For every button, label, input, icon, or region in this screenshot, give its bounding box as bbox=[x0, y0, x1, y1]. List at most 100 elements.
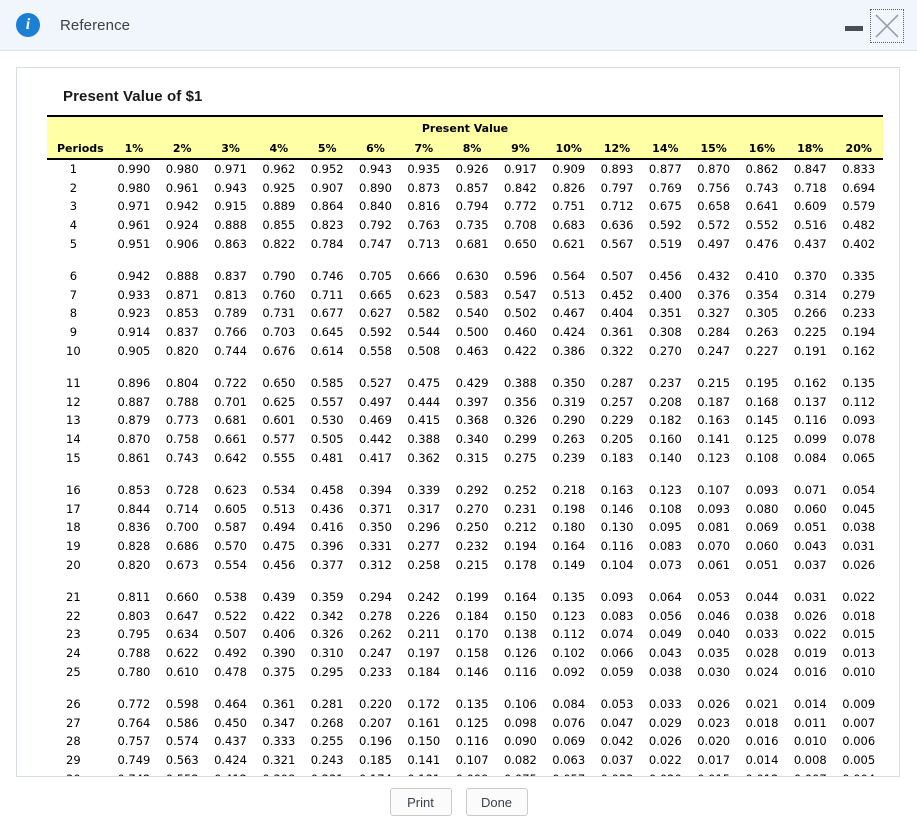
table-cell: 0.073 bbox=[648, 557, 682, 572]
table-row: 13 0.879 0.773 0.681 0.601 0.530 0.469 0.415 0.3… bbox=[47, 411, 883, 430]
table-cell: 0.029 bbox=[648, 715, 682, 730]
table-cell: 0.005 bbox=[842, 752, 876, 767]
table-group-spacer bbox=[47, 681, 883, 695]
table-cell: 0.069 bbox=[745, 520, 779, 535]
table-cell: 0.194 bbox=[503, 538, 537, 553]
row-period: 2 bbox=[69, 180, 78, 195]
close-icon bbox=[875, 13, 899, 38]
table-cell: 0.047 bbox=[600, 715, 634, 730]
table-cell: 0.863 bbox=[214, 236, 247, 251]
table-cell: 0.093 bbox=[842, 413, 876, 428]
table-cell: 0.140 bbox=[648, 450, 682, 465]
table-cell: 0.757 bbox=[117, 734, 151, 749]
table-cell: 0.287 bbox=[600, 376, 634, 391]
row-period: 3 bbox=[69, 199, 78, 214]
table-cell: 0.015 bbox=[842, 627, 876, 642]
table-cell: 0.417 bbox=[359, 450, 392, 465]
row-period: 14 bbox=[66, 432, 81, 447]
table-cell: 0.497 bbox=[697, 236, 731, 251]
table-cell: 0.233 bbox=[359, 664, 392, 679]
table-group-spacer bbox=[47, 253, 883, 267]
table-cell: 0.450 bbox=[214, 715, 247, 730]
table-cell: 0.359 bbox=[310, 590, 344, 605]
table-cell: 0.961 bbox=[117, 218, 151, 233]
table-cell: 0.500 bbox=[455, 325, 489, 340]
table-cell: 0.233 bbox=[842, 306, 876, 321]
table-cell: 0.962 bbox=[262, 162, 296, 177]
table-cell: 0.028 bbox=[745, 645, 779, 660]
table-cell: 0.007 bbox=[786, 769, 834, 776]
table-cell: 0.577 bbox=[262, 432, 296, 447]
table-cell: 0.060 bbox=[793, 501, 827, 516]
table-cell: 0.033 bbox=[648, 697, 682, 712]
table-cell: 0.634 bbox=[165, 627, 199, 642]
table-cell: 0.452 bbox=[600, 287, 634, 302]
table-cell: 0.018 bbox=[745, 715, 779, 730]
page-title: Present Value of $1 bbox=[63, 88, 203, 105]
table-cell: 0.033 bbox=[593, 769, 641, 776]
table-cell: 0.008 bbox=[793, 752, 827, 767]
table-cell: 0.482 bbox=[842, 218, 876, 233]
table-cell: 0.108 bbox=[648, 501, 682, 516]
table-cell: 0.990 bbox=[117, 162, 151, 177]
table-cell: 0.038 bbox=[745, 608, 779, 623]
table-cell: 0.146 bbox=[600, 501, 634, 516]
table-cell: 0.060 bbox=[745, 538, 779, 553]
table-cell: 0.375 bbox=[262, 664, 296, 679]
table-cell: 0.436 bbox=[310, 501, 344, 516]
table-cell: 0.909 bbox=[552, 162, 586, 177]
column-header-periods: Periods bbox=[47, 139, 110, 160]
column-header-1pct: 1% bbox=[109, 139, 159, 160]
table-row: 17 0.844 0.714 0.605 0.513 0.436 0.371 0.317 0.2… bbox=[47, 500, 883, 519]
table-cell: 0.290 bbox=[552, 413, 586, 428]
table-cell: 0.310 bbox=[310, 645, 344, 660]
table-cell: 0.621 bbox=[552, 236, 586, 251]
table-cell: 0.415 bbox=[407, 413, 441, 428]
table-cell: 0.162 bbox=[842, 343, 876, 358]
table-cell: 0.422 bbox=[503, 343, 537, 358]
table-cell: 0.803 bbox=[117, 608, 151, 623]
minimize-button[interactable] bbox=[839, 11, 869, 41]
table-cell: 0.150 bbox=[407, 734, 441, 749]
table-cell: 0.326 bbox=[310, 627, 344, 642]
table-cell: 0.093 bbox=[745, 483, 779, 498]
table-cell: 0.424 bbox=[552, 325, 586, 340]
column-header-18pct: 18% bbox=[786, 139, 835, 160]
table-cell: 0.026 bbox=[793, 608, 827, 623]
table-cell: 0.701 bbox=[214, 394, 247, 409]
table-cell: 0.811 bbox=[117, 590, 151, 605]
table-cell: 0.816 bbox=[407, 199, 441, 214]
table-cell: 0.790 bbox=[262, 269, 296, 284]
row-period: 19 bbox=[66, 538, 81, 553]
table-cell: 0.030 bbox=[697, 664, 731, 679]
table-cell: 0.442 bbox=[359, 432, 392, 447]
row-period: 27 bbox=[66, 715, 81, 730]
table-cell: 0.722 bbox=[214, 376, 247, 391]
table-cell: 0.713 bbox=[407, 236, 441, 251]
print-button[interactable]: Print bbox=[389, 788, 452, 816]
table-cell: 0.340 bbox=[455, 432, 489, 447]
table-cell: 0.789 bbox=[214, 306, 247, 321]
table-cell: 0.400 bbox=[648, 287, 682, 302]
table-cell: 0.456 bbox=[648, 269, 682, 284]
table-row: 1 0.990 0.980 0.971 0.962 0.952 0.943 0.935 0.92… bbox=[47, 159, 883, 179]
table-cell: 0.093 bbox=[600, 590, 634, 605]
table-cell: 0.833 bbox=[842, 162, 876, 177]
done-button[interactable]: Done bbox=[465, 788, 528, 816]
table-cell: 0.650 bbox=[262, 376, 296, 391]
table-cell: 0.009 bbox=[842, 697, 876, 712]
table-cell: 0.263 bbox=[552, 432, 586, 447]
table-body: Present Value Periods 1% 2% 3% 4% 5% 6% 7% 8% 9% 10… bbox=[47, 115, 883, 776]
table-cell: 0.386 bbox=[552, 343, 586, 358]
table-cell: 0.508 bbox=[407, 343, 441, 358]
table-cell: 0.772 bbox=[117, 697, 151, 712]
table-row: 4 0.961 0.924 0.888 0.855 0.823 0.792 0.763 0.73… bbox=[47, 216, 883, 235]
table-cell: 0.592 bbox=[359, 325, 392, 340]
table-cell: 0.439 bbox=[262, 590, 296, 605]
table-cell: 0.780 bbox=[117, 664, 151, 679]
table-cell: 0.822 bbox=[262, 236, 296, 251]
row-period: 21 bbox=[66, 590, 81, 605]
close-button[interactable] bbox=[870, 8, 904, 43]
table-cell: 0.247 bbox=[697, 343, 731, 358]
table-cell: 0.038 bbox=[648, 664, 682, 679]
